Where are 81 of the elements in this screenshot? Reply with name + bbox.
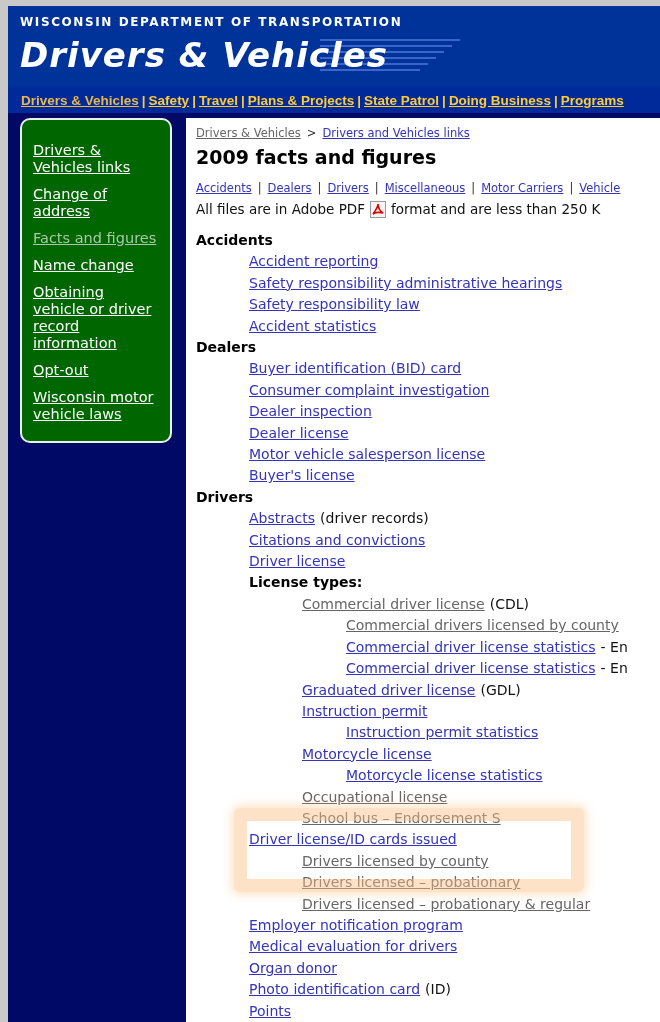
subheading: License types: — [249, 573, 363, 593]
document-link[interactable]: Motorcycle license statistics — [346, 765, 543, 787]
link-separator: | — [471, 180, 476, 195]
intro-text: format and are less than 250 K — [390, 201, 601, 218]
section-heading: Accidents — [196, 230, 274, 250]
sidebar-link[interactable]: Change of address — [33, 185, 158, 220]
section-link[interactable]: Motor Carriers — [481, 180, 564, 195]
sidebar-link[interactable]: Drivers & Vehicles links — [33, 141, 158, 176]
nav-separator: | — [442, 92, 446, 108]
document-link[interactable]: Safety responsibility administrative hearings — [249, 272, 563, 295]
section-link[interactable]: Miscellaneous — [384, 180, 466, 195]
pdf-icon — [369, 200, 386, 218]
agency-name: WISCONSIN DEPARTMENT OF TRANSPORTATION — [20, 15, 404, 29]
nav-link[interactable]: Safety — [148, 92, 190, 108]
document-link[interactable]: Commercial driver license — [302, 593, 485, 616]
document-link[interactable]: Buyer's license — [249, 465, 355, 487]
document-link[interactable]: Photo identification card — [249, 979, 421, 1001]
document-link[interactable]: Dealer license — [249, 422, 349, 445]
document-link[interactable]: Drivers licensed – probationary & regular — [302, 893, 591, 915]
sidebar-link[interactable]: Opt-out — [33, 361, 158, 379]
intro-text: All files are in Adobe PDF — [196, 201, 365, 218]
nav-link[interactable]: Travel — [198, 92, 238, 108]
document-link[interactable]: Organ donor — [249, 957, 337, 980]
sidebar-link[interactable]: Obtaining vehicle or driver record information — [33, 283, 158, 352]
link-note: (GDL) — [480, 680, 521, 700]
link-note: (driver records) — [320, 509, 429, 529]
section-link[interactable]: Drivers — [327, 180, 369, 195]
link-note: - En — [600, 637, 628, 657]
document-link[interactable]: Graduated driver license — [302, 679, 476, 701]
breadcrumb-link[interactable]: Drivers & Vehicles — [196, 125, 301, 140]
section-heading: Drivers — [196, 487, 255, 507]
sidebar-link[interactable]: Wisconsin motor vehicle laws — [33, 388, 158, 423]
document-link[interactable]: Instruction permit — [302, 700, 428, 723]
document-link[interactable]: Dealer inspection — [249, 401, 372, 423]
document-link[interactable]: Consumer complaint investigation — [249, 379, 490, 402]
nav-separator: | — [240, 92, 245, 108]
breadcrumb-separator: > — [306, 125, 317, 140]
nav-link[interactable]: Plans & Projects — [247, 92, 355, 108]
sidebar-link[interactable]: Facts and figures — [33, 229, 158, 247]
document-link[interactable]: Medical evaluation for drivers — [249, 936, 458, 958]
document-link[interactable]: Citations and convictions — [249, 529, 426, 552]
document-link[interactable]: Commercial drivers licensed by county — [346, 615, 619, 637]
document-link[interactable]: Instruction permit statistics — [346, 722, 539, 744]
document-link[interactable]: Motorcycle license — [302, 743, 432, 766]
section-link[interactable]: Vehicle — [579, 180, 621, 195]
nav-link[interactable]: Doing Business — [448, 92, 551, 108]
link-separator: | — [374, 180, 379, 195]
link-note: (CDL) — [489, 594, 529, 614]
document-link[interactable]: Employer notification program — [249, 914, 463, 937]
page-title: 2009 facts and figures — [196, 145, 438, 168]
nav-separator: | — [553, 92, 558, 108]
document-link[interactable]: Occupational license — [302, 786, 448, 808]
link-separator: | — [317, 180, 322, 195]
document-link[interactable]: Points — [249, 1000, 292, 1022]
document-link[interactable]: Driver license — [249, 551, 346, 573]
section-heading: Dealers — [196, 338, 258, 357]
nav-separator: | — [357, 92, 362, 108]
document-link[interactable]: Accident statistics — [249, 315, 377, 337]
document-link[interactable]: Safety responsibility law — [249, 294, 420, 316]
nav-link[interactable]: State Patrol — [364, 92, 440, 108]
document-link[interactable]: Abstracts — [249, 508, 316, 530]
document-link[interactable]: Drivers licensed by county — [302, 850, 489, 873]
nav-separator: | — [192, 92, 196, 108]
section-link[interactable]: Accidents — [196, 180, 252, 195]
document-link[interactable]: Accident reporting — [249, 251, 379, 273]
link-separator: | — [257, 180, 262, 195]
document-link[interactable]: Motor vehicle salesperson license — [249, 444, 486, 466]
site-logo[interactable]: Drivers & Vehicles — [20, 35, 389, 75]
link-note: (ID) — [425, 980, 451, 1000]
nav-link[interactable]: Drivers & Vehicles — [21, 92, 139, 108]
document-link[interactable]: Commercial driver license statistics — [346, 636, 596, 659]
document-link[interactable]: Buyer identification (BID) card — [249, 358, 462, 380]
nav-separator: | — [141, 92, 146, 108]
link-separator: | — [569, 180, 574, 195]
section-link[interactable]: Dealers — [267, 180, 312, 195]
breadcrumb-link[interactable]: Drivers and Vehicles links — [322, 125, 470, 140]
document-link[interactable]: Commercial driver license statistics — [346, 658, 596, 680]
sidebar-link[interactable]: Name change — [33, 256, 158, 274]
document-link[interactable]: Driver license/ID cards issued — [249, 829, 457, 851]
link-note: - En — [600, 659, 628, 679]
nav-link[interactable]: Programs — [560, 92, 624, 108]
